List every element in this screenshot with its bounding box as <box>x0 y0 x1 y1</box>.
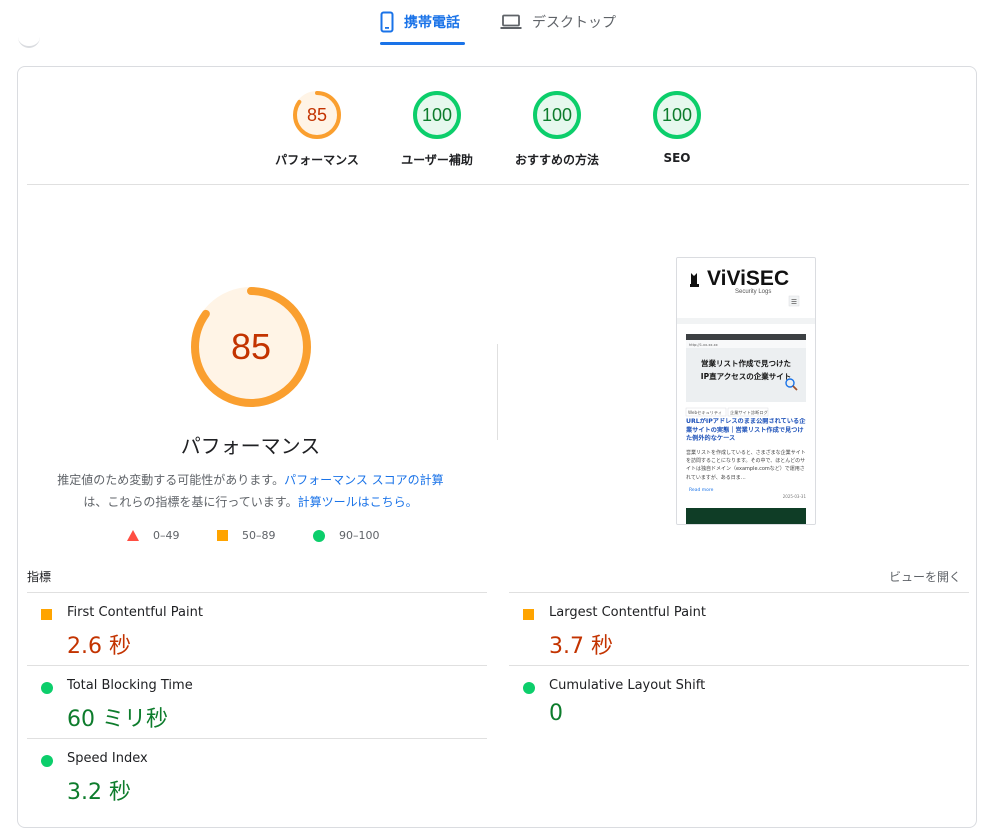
hero-line-2: IP直アクセスの企業サイト <box>701 371 791 381</box>
gauge-label: おすすめの方法 <box>514 153 599 167</box>
metrics-title: 指標 <box>27 570 52 584</box>
section-divider <box>27 184 969 185</box>
performance-score: 85 <box>231 326 271 367</box>
post-title: URLがIPアドレスのまま公開されている企業サイトの実態｜営業リスト作成で見つけ… <box>686 418 806 443</box>
gauge-score: 100 <box>422 105 452 125</box>
final-screenshot[interactable]: ViViSEC Security Logs http://1.xx.xx.xx … <box>676 257 816 525</box>
screenshot-render: ViViSEC Security Logs http://1.xx.xx.xx … <box>677 258 815 524</box>
smartphone-icon <box>380 11 394 33</box>
metric-cls: Cumulative Layout Shift 0 <box>509 665 969 739</box>
gauge-score: 100 <box>542 105 572 125</box>
square-icon <box>217 530 228 541</box>
desc-text: は、これらの指標を基に行っています。 <box>83 495 298 509</box>
site-brand: ViViSEC <box>707 267 789 290</box>
metric-speed-index: Speed Index 3.2 秒 <box>27 738 487 812</box>
menu-icon <box>791 299 797 304</box>
tab-mobile[interactable]: 携帯電話 <box>380 0 460 44</box>
gauge-label: ユーザー補助 <box>401 153 473 167</box>
gauge-seo[interactable]: 100 SEO <box>617 89 737 165</box>
vertical-divider <box>497 344 498 440</box>
circle-icon <box>41 755 53 767</box>
gauge-ring: 100 <box>653 91 701 139</box>
post-date: 2025-03-31 <box>783 494 807 499</box>
gauge-label: SEO <box>663 151 691 165</box>
triangle-icon <box>127 530 139 541</box>
scroll-fade <box>18 36 40 48</box>
metric-fcp: First Contentful Paint 2.6 秒 <box>27 592 487 666</box>
metric-value: 3.7 秒 <box>549 634 613 659</box>
active-tab-indicator <box>380 42 465 45</box>
gauge-ring: 100 <box>413 91 461 139</box>
metric-name: Largest Contentful Paint <box>549 605 707 620</box>
circle-icon <box>523 682 535 694</box>
laptop-icon <box>500 14 522 30</box>
legend-average: 50–89 <box>217 529 276 542</box>
metric-value: 2.6 秒 <box>67 634 131 659</box>
gauge-best-practices[interactable]: 100 おすすめの方法 <box>497 89 617 168</box>
metric-value: 3.2 秒 <box>67 780 131 805</box>
tab-desktop[interactable]: デスクトップ <box>500 0 616 44</box>
metric-value: 0 <box>549 701 563 726</box>
circle-icon <box>41 682 53 694</box>
report-card: 85 パフォーマンス 100 ユーザー補助 100 おすすめの方法 100 SE… <box>17 66 977 828</box>
metric-tbt: Total Blocking Time 60 ミリ秒 <box>27 665 487 739</box>
device-tabs: 携帯電話 デスクトップ <box>0 0 992 46</box>
performance-description: 推定値のため変動する可能性があります。パフォーマンス スコアの計算は、これらの指… <box>48 469 453 513</box>
gauge-label: パフォーマンス <box>275 153 359 167</box>
metric-name: Total Blocking Time <box>67 678 193 693</box>
gauge-ring: 100 <box>533 91 581 139</box>
metric-lcp: Largest Contentful Paint 3.7 秒 <box>509 592 969 666</box>
performance-big-gauge: 85 <box>191 287 311 407</box>
score-calc-link[interactable]: パフォーマンス スコアの計算 <box>284 473 444 487</box>
metrics-header: 指標 ビューを開く <box>27 568 961 584</box>
tab-mobile-label: 携帯電話 <box>404 15 460 31</box>
gauge-score: 85 <box>307 105 327 125</box>
metric-name: Cumulative Layout Shift <box>549 678 706 693</box>
gauge-performance[interactable]: 85 パフォーマンス <box>257 89 377 168</box>
legend-label: 50–89 <box>242 529 276 542</box>
hero-line-1: 営業リスト作成で見つけた <box>701 358 791 368</box>
post-excerpt: 営業リストを作成していると、さまざまな企業サイトを訪問することになります。その中… <box>686 450 806 481</box>
expand-view-toggle[interactable]: ビューを開く <box>889 568 961 585</box>
tag-2: 企業サイト診断ログ <box>730 409 768 416</box>
gauge-score: 100 <box>662 105 692 125</box>
performance-title: パフォーマンス <box>180 434 321 458</box>
metric-value: 60 ミリ秒 <box>67 707 168 732</box>
tab-desktop-label: デスクトップ <box>532 15 616 31</box>
metric-name: Speed Index <box>67 751 148 766</box>
read-more-link: Read more <box>689 487 714 493</box>
legend-pass: 90–100 <box>313 529 380 542</box>
circle-icon <box>313 529 325 542</box>
desc-text: 推定値のため変動する可能性があります。 <box>57 473 285 487</box>
hero-url: http://1.xx.xx.xx <box>689 343 718 347</box>
metric-name: First Contentful Paint <box>67 605 203 620</box>
gauge-ring: 85 <box>293 91 341 139</box>
square-icon <box>41 609 52 620</box>
calculator-link[interactable]: 計算ツールはこちら。 <box>298 495 418 509</box>
legend-label: 90–100 <box>339 529 380 542</box>
legend-fail: 0–49 <box>127 529 180 542</box>
square-icon <box>523 609 534 620</box>
legend-label: 0–49 <box>153 529 180 542</box>
site-tagline: Security Logs <box>735 289 771 295</box>
gauge-accessibility[interactable]: 100 ユーザー補助 <box>377 89 497 168</box>
